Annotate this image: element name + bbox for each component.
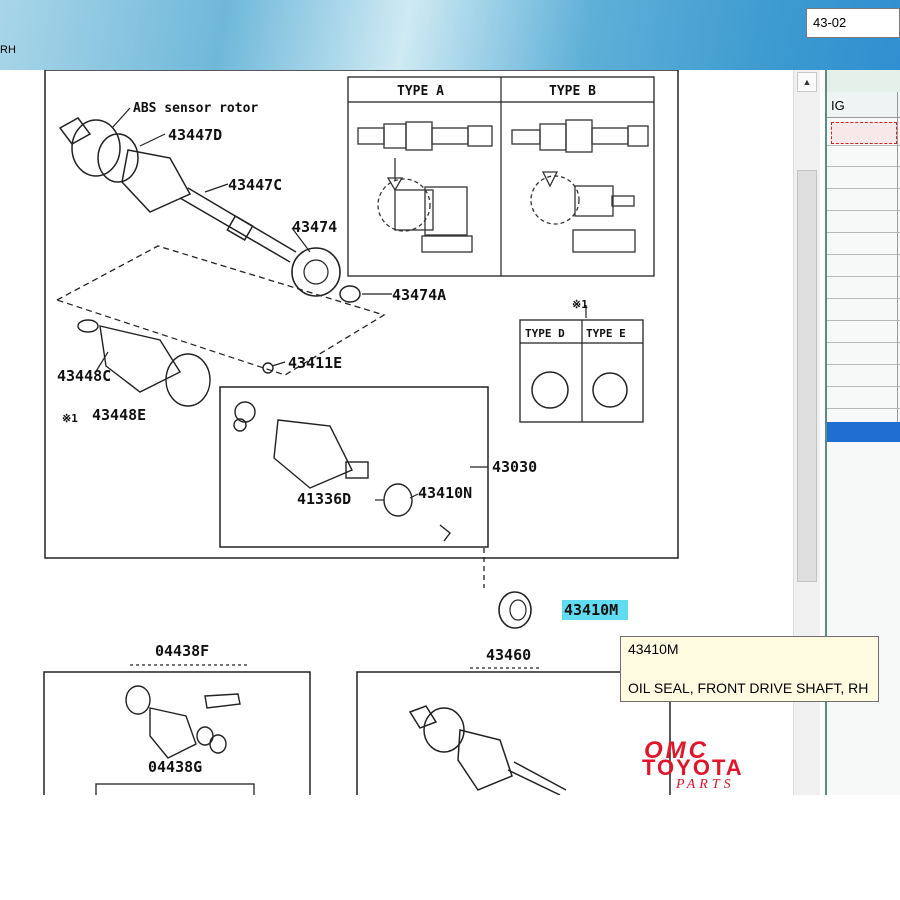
outboard-boot — [77, 319, 211, 407]
tooltip-part-number: 43410M — [628, 641, 679, 657]
selected-row[interactable] — [827, 422, 900, 442]
type-a-label: TYPE A — [397, 84, 444, 99]
part-search-input[interactable]: 43-02 — [806, 8, 900, 38]
label-43474a[interactable]: 43474A — [392, 286, 446, 304]
boot-kit-box — [43, 671, 311, 795]
grid-row[interactable] — [827, 276, 900, 277]
inboard-joint — [233, 362, 451, 542]
type-b-label: TYPE B — [549, 84, 596, 99]
grid-row[interactable] — [827, 364, 900, 365]
type-e-label: TYPE E — [586, 327, 626, 340]
window-title-fragment: RH — [0, 44, 16, 56]
inboard-joint-box — [219, 386, 489, 548]
boot-kit-subbox — [95, 783, 255, 795]
tooltip-description: OIL SEAL, FRONT DRIVE SHAFT, RH — [628, 680, 869, 696]
grid-row[interactable] — [827, 254, 900, 255]
grid-row[interactable] — [827, 320, 900, 321]
label-43448e[interactable]: 43448E — [92, 406, 146, 424]
oil-seal-43410m-inner — [509, 599, 527, 621]
focused-cell[interactable] — [831, 122, 897, 144]
grid-row[interactable] — [827, 298, 900, 299]
scroll-up-icon[interactable]: ▲ — [797, 72, 817, 92]
grid-row[interactable] — [827, 145, 900, 146]
panel-header-band — [827, 70, 900, 93]
note-star1-left: ※1 — [62, 412, 78, 425]
type-d-label: TYPE D — [525, 327, 565, 340]
label-43030[interactable]: 43030 — [492, 458, 537, 476]
label-43410m[interactable]: 43410M — [564, 601, 618, 619]
type-a-drawing — [357, 121, 493, 253]
grid-row[interactable] — [827, 210, 900, 211]
column-separator — [897, 92, 898, 422]
label-43447c[interactable]: 43447C — [228, 176, 282, 194]
label-04438f[interactable]: 04438F — [155, 642, 209, 660]
logo-parts: PARTS — [676, 777, 735, 792]
label-43460[interactable]: 43460 — [486, 646, 531, 664]
page-bottom-margin — [0, 795, 900, 900]
grid-row[interactable] — [827, 188, 900, 189]
label-43447d[interactable]: 43447D — [168, 126, 222, 144]
column-header-ig[interactable]: IG — [827, 92, 900, 118]
damper-43474-inner — [303, 259, 329, 285]
grid-row[interactable] — [827, 166, 900, 167]
label-abs-sensor-rotor: ABS sensor rotor — [133, 101, 258, 116]
label-43474[interactable]: 43474 — [292, 218, 337, 236]
note-star1-right: ※1 — [572, 298, 588, 311]
main-frame — [44, 70, 679, 559]
grid-row[interactable] — [827, 232, 900, 233]
leader-lines — [94, 107, 587, 501]
type-b-drawing — [511, 119, 649, 253]
grid-row[interactable] — [827, 342, 900, 343]
title-bar: RH 43-02 — [0, 0, 900, 70]
grid-row[interactable] — [827, 408, 900, 409]
clamp-43474a — [339, 285, 361, 303]
label-41336d[interactable]: 41336D — [297, 490, 351, 508]
omc-toyota-parts-logo: OMC TOYOTA PARTS — [640, 737, 840, 797]
label-43410n[interactable]: 43410N — [418, 484, 472, 502]
clamp-type-e — [592, 372, 628, 408]
grid-row[interactable] — [827, 386, 900, 387]
part-tooltip: 43410M OIL SEAL, FRONT DRIVE SHAFT, RH — [620, 636, 879, 702]
clamp-type-d — [531, 371, 569, 409]
label-43411e[interactable]: 43411E — [288, 354, 342, 372]
drive-shaft-assy — [408, 705, 567, 795]
scrollbar-thumb[interactable] — [797, 170, 817, 582]
label-43448c[interactable]: 43448C — [57, 367, 111, 385]
label-04438g[interactable]: 04438G — [148, 758, 202, 776]
boot-kit-parts — [125, 685, 241, 759]
